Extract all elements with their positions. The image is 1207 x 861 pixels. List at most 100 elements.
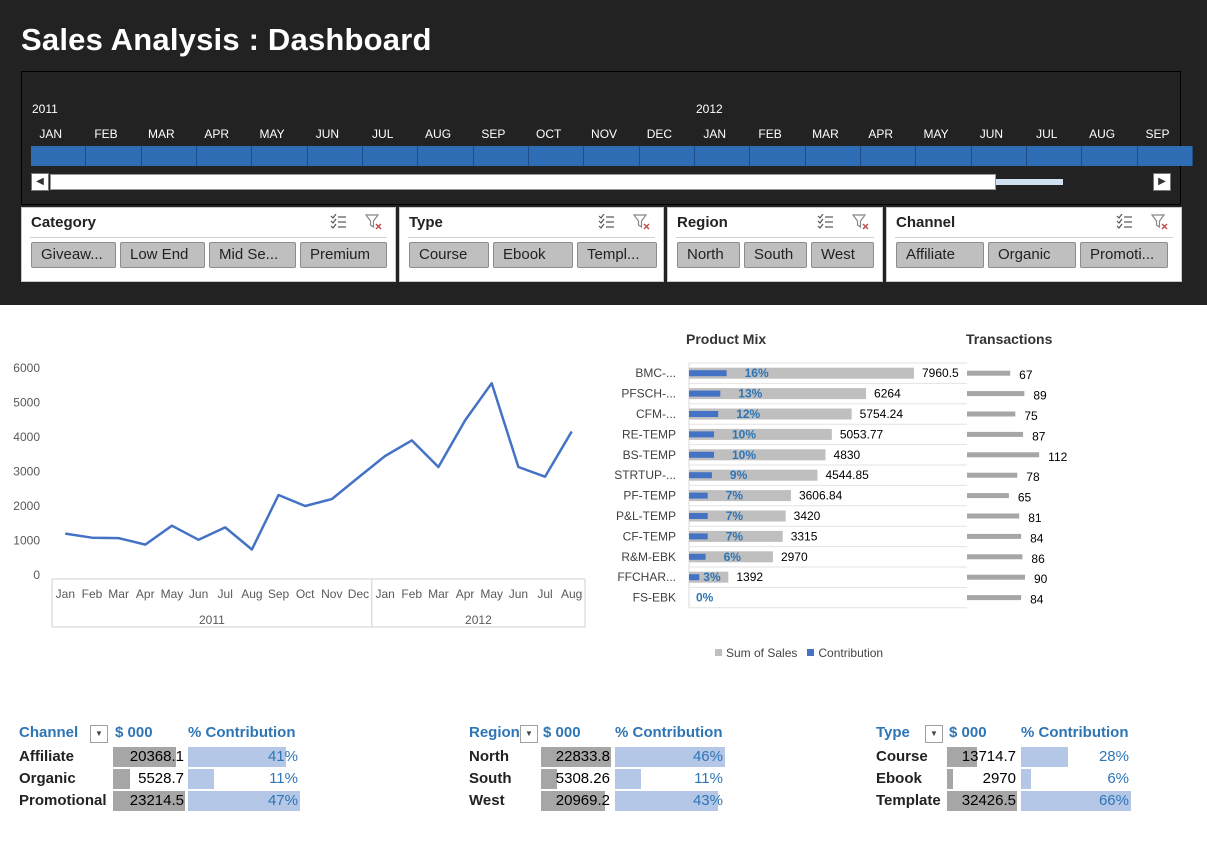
timeline-month-cell[interactable] [197,146,253,166]
x-tick-label: May [480,587,503,601]
channel-value-header: $ 000 [115,724,153,741]
channel-slicer-item-0[interactable]: Affiliate [896,242,984,268]
legend-sales-swatch [715,649,722,656]
contribution-bar [689,370,727,377]
clear-filter-icon[interactable] [852,213,870,231]
timeline-month-2[interactable]: MAR [148,127,175,141]
timeline-month-3[interactable]: APR [204,127,229,141]
category-slicer-item-2[interactable]: Mid Se... [209,242,296,268]
timeline-month-cell[interactable] [1137,146,1194,166]
x-tick-label: Mar [108,587,129,601]
timeline-month-20[interactable]: SEP [1145,127,1169,141]
timeline-month-1[interactable]: FEB [94,127,117,141]
type-row-label: Ebook [876,770,922,787]
timeline-month-cell[interactable] [86,146,142,166]
timeline-month-4[interactable]: MAY [259,127,284,141]
channel-slicer-item-2[interactable]: Promoti... [1080,242,1168,268]
timeline-month-cell[interactable] [252,146,308,166]
category-slicer: Category Giveaw... Low End Mid Se... Premium [21,207,396,282]
filter-dropdown-icon[interactable]: ▼ [925,725,943,743]
timeline-month-cell[interactable] [473,146,530,166]
timeline-month-cell[interactable] [418,146,474,166]
multi-select-icon[interactable] [816,214,834,230]
timeline-month-12[interactable]: JAN [703,127,726,141]
multi-select-icon[interactable] [1115,214,1133,230]
contribution-label: 10% [732,427,756,441]
timeline-month-7[interactable]: AUG [425,127,451,141]
timeline-month-cell[interactable] [141,146,197,166]
channel-pct-cell: 11% [188,769,300,789]
timeline-month-cell[interactable] [750,146,806,166]
channel-slicer-item-1[interactable]: Organic [988,242,1076,268]
timeline-month-cell[interactable] [916,146,972,166]
timeline-month-cell[interactable] [1082,146,1138,166]
timeline-scroll-track[interactable] [996,179,1063,185]
timeline-scrollbar[interactable]: ◀ ▶ [31,173,1171,191]
region-slicer-item-2[interactable]: West [811,242,874,268]
timeline-month-cell[interactable] [805,146,862,166]
category-slicer-item-3[interactable]: Premium [300,242,387,268]
clear-filter-icon[interactable] [1151,213,1169,231]
timeline-slicer[interactable]: 2011 2012 ◀ ▶ JAN FEB MAR APR MAY JUN JUL AUG SE… [21,71,1194,205]
timeline-month-19[interactable]: AUG [1089,127,1115,141]
contribution-label: 13% [738,387,762,401]
timeline-month-cell[interactable] [1027,146,1083,166]
timeline-month-cell[interactable] [861,146,917,166]
timeline-month-cell[interactable] [971,146,1028,166]
timeline-month-10[interactable]: NOV [591,127,617,141]
filter-dropdown-icon[interactable]: ▼ [520,725,538,743]
timeline-month-9[interactable]: OCT [536,127,561,141]
timeline-month-cell[interactable] [31,146,87,166]
scroll-right-icon[interactable]: ▶ [1153,173,1171,191]
timeline-month-cell[interactable] [307,146,364,166]
timeline-month-18[interactable]: JUL [1036,127,1057,141]
channel-slicer: Channel Affiliate Organic Promoti... [886,207,1182,282]
contribution-label: 3% [703,570,721,584]
timeline-month-0[interactable]: JAN [39,127,62,141]
timeline-month-13[interactable]: FEB [758,127,781,141]
category-slicer-item-0[interactable]: Giveaw... [31,242,116,268]
type-column-header: Type [876,724,910,741]
timeline-month-15[interactable]: APR [868,127,893,141]
transaction-bar [967,533,1022,539]
timeline-month-5[interactable]: JUN [316,127,339,141]
product-label: CF-TEMP [623,529,676,543]
timeline-scroll-thumb[interactable] [50,174,996,190]
timeline-month-cell[interactable] [584,146,640,166]
contribution-bar [689,553,706,560]
channel-value-cell: 5528.7 [113,769,185,789]
filter-dropdown-icon[interactable]: ▼ [90,725,108,743]
type-slicer-item-2[interactable]: Templ... [577,242,657,268]
timeline-month-16[interactable]: MAY [924,127,949,141]
clear-filter-icon[interactable] [633,213,651,231]
channel-column-header: Channel [19,724,79,741]
transactions-title: Transactions [966,331,1053,347]
timeline-month-cell[interactable] [363,146,419,166]
timeline-month-11[interactable]: DEC [647,127,672,141]
multi-select-icon[interactable] [329,214,347,230]
timeline-month-14[interactable]: MAR [812,127,839,141]
multi-select-icon[interactable] [597,214,615,230]
year-group-label: 2012 [465,613,492,627]
clear-filter-icon[interactable] [365,213,383,231]
channel-value-text: 5528.7 [138,770,184,787]
type-row-label: Template [876,792,941,809]
timeline-month-6[interactable]: JUL [372,127,393,141]
category-slicer-item-1[interactable]: Low End [120,242,205,268]
timeline-month-cell[interactable] [529,146,585,166]
timeline-month-cell[interactable] [695,146,751,166]
sales-value-label: 5053.77 [840,427,884,441]
timeline-month-17[interactable]: JUN [980,127,1003,141]
y-tick-label: 5000 [13,396,40,410]
sales-value-label: 4830 [834,448,861,462]
region-value-text: 5308.26 [555,770,610,787]
product-mix-title: Product Mix [686,331,767,347]
timeline-month-8[interactable]: SEP [481,127,505,141]
type-slicer-item-1[interactable]: Ebook [493,242,573,268]
timeline-period-bar[interactable] [31,146,1194,166]
scroll-left-icon[interactable]: ◀ [31,173,49,191]
region-slicer-item-1[interactable]: South [744,242,807,268]
timeline-month-cell[interactable] [639,146,696,166]
region-slicer-item-0[interactable]: North [677,242,740,268]
type-slicer-item-0[interactable]: Course [409,242,489,268]
